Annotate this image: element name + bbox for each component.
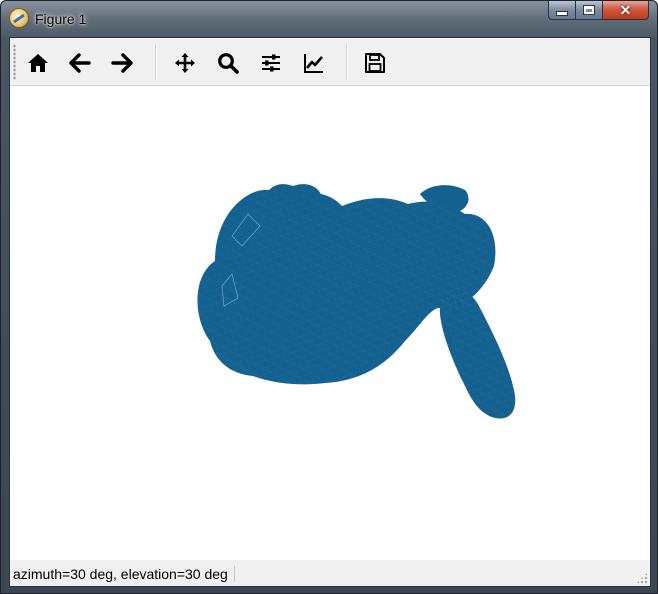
configure-subplots-button[interactable]	[256, 48, 286, 78]
magnifier-icon	[218, 53, 239, 74]
close-button[interactable]: ✕	[603, 1, 649, 20]
sliders-icon	[262, 54, 280, 72]
navigation-toolbar	[10, 38, 650, 86]
pan-button[interactable]	[170, 48, 200, 78]
zoom-button[interactable]	[213, 48, 243, 78]
home-button[interactable]	[23, 48, 53, 78]
back-button[interactable]	[65, 48, 95, 78]
home-icon	[28, 54, 48, 72]
toolbar-separator	[346, 44, 348, 80]
status-bar: azimuth=30 deg, elevation=30 deg	[10, 560, 650, 586]
matplotlib-icon	[10, 9, 28, 27]
toolbar-separator	[155, 44, 157, 80]
arrow-right-icon	[111, 53, 133, 73]
plot-canvas[interactable]	[10, 86, 650, 560]
title-bar[interactable]: Figure 1 ✕	[1, 1, 657, 37]
maximize-icon	[584, 6, 594, 14]
forward-button[interactable]	[107, 48, 137, 78]
resize-grip[interactable]	[636, 572, 648, 584]
minimize-icon	[557, 11, 567, 15]
edit-axis-button[interactable]	[299, 48, 329, 78]
window-title: Figure 1	[35, 11, 87, 27]
floppy-disk-icon	[365, 53, 385, 73]
figure-window: Figure 1 ✕ azimuth=30 deg, elevation=30 …	[0, 0, 658, 594]
arrow-left-icon	[69, 53, 91, 73]
minimize-button[interactable]	[548, 1, 576, 20]
line-chart-icon	[304, 54, 323, 73]
toolbar-grip[interactable]	[13, 44, 16, 80]
close-icon: ✕	[619, 2, 632, 18]
client-area: azimuth=30 deg, elevation=30 deg	[9, 37, 651, 587]
bunny-mesh	[197, 184, 516, 419]
bunny-mesh-plot	[197, 184, 516, 419]
status-text: azimuth=30 deg, elevation=30 deg	[13, 566, 235, 582]
caption-buttons: ✕	[548, 1, 649, 21]
maximize-button[interactable]	[576, 1, 603, 20]
move-icon	[175, 53, 195, 73]
save-button[interactable]	[360, 48, 390, 78]
